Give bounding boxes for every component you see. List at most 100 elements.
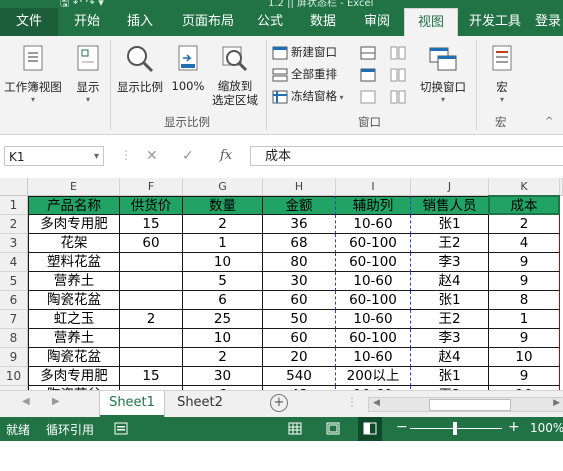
column-header-h[interactable]: H: [263, 178, 336, 196]
table-header-cell[interactable]: 金额: [263, 196, 336, 215]
table-header-cell[interactable]: 供货价: [120, 196, 183, 215]
table-cell[interactable]: 60: [263, 329, 336, 348]
table-cell[interactable]: 15: [120, 215, 183, 234]
tab-developer[interactable]: 开发工具: [464, 8, 526, 36]
show-button[interactable]: 显示 ▾: [70, 44, 106, 104]
table-cell[interactable]: 1: [183, 234, 263, 253]
table-cell[interactable]: 陶瓷花盆: [28, 291, 120, 310]
table-cell[interactable]: 60-100: [336, 234, 411, 253]
column-header-e[interactable]: E: [28, 178, 120, 196]
switch-windows-button[interactable]: 切换窗口 ▾: [414, 44, 472, 104]
column-header-i[interactable]: I: [336, 178, 411, 196]
table-cell[interactable]: 4: [489, 234, 560, 253]
sync-scroll-icon[interactable]: [390, 68, 406, 82]
scroll-left-icon[interactable]: ◀: [373, 398, 380, 408]
table-cell[interactable]: [120, 291, 183, 310]
table-cell[interactable]: [120, 348, 183, 367]
tab-page-layout[interactable]: 页面布局: [170, 8, 246, 36]
table-cell[interactable]: 9: [489, 272, 560, 291]
horizontal-scroll-thumb[interactable]: [429, 399, 511, 411]
table-cell[interactable]: 60-100: [336, 329, 411, 348]
table-cell[interactable]: 张1: [411, 215, 489, 234]
table-header-cell[interactable]: 数量: [183, 196, 263, 215]
table-cell[interactable]: 营养土: [28, 272, 120, 291]
table-cell[interactable]: 虹之玉: [28, 310, 120, 329]
table-cell[interactable]: 15: [120, 367, 183, 386]
zoom-in-icon[interactable]: +: [508, 419, 520, 435]
reset-window-position-icon[interactable]: [390, 90, 406, 104]
zoom-slider-thumb[interactable]: [453, 422, 457, 435]
horizontal-scrollbar[interactable]: ◀ ▶: [368, 397, 563, 412]
tab-view[interactable]: 视图: [404, 8, 458, 37]
tab-split-handle[interactable]: ⋮: [346, 395, 358, 409]
table-cell[interactable]: 10-60: [336, 310, 411, 329]
table-cell[interactable]: 68: [263, 234, 336, 253]
table-cell[interactable]: [120, 253, 183, 272]
table-cell[interactable]: 60-100: [336, 291, 411, 310]
table-cell[interactable]: 2: [183, 348, 263, 367]
table-cell[interactable]: 花架: [28, 234, 120, 253]
table-cell[interactable]: 9: [489, 253, 560, 272]
sheet-tab-sheet2[interactable]: Sheet2: [168, 391, 232, 415]
formula-input[interactable]: 成本: [250, 146, 563, 166]
table-cell[interactable]: 30: [183, 367, 263, 386]
table-cell[interactable]: 8: [489, 291, 560, 310]
column-header-j[interactable]: J: [411, 178, 489, 196]
table-cell[interactable]: 10-60: [336, 348, 411, 367]
table-header-cell[interactable]: 产品名称: [28, 196, 120, 215]
column-header-g[interactable]: G: [183, 178, 263, 196]
table-cell[interactable]: 60-100: [336, 253, 411, 272]
page-layout-view-icon[interactable]: [326, 422, 340, 435]
tab-home[interactable]: 开始: [62, 8, 112, 36]
table-cell[interactable]: 200以上: [336, 367, 411, 386]
table-cell[interactable]: 36: [263, 215, 336, 234]
table-cell[interactable]: 李3: [411, 329, 489, 348]
column-header-k[interactable]: K: [489, 178, 560, 196]
table-cell[interactable]: [120, 272, 183, 291]
zoom-100-button[interactable]: 100%: [170, 44, 206, 93]
quick-access-toolbar[interactable]: 🖫 ↶ ↷ ▾: [60, 0, 104, 8]
unhide-icon[interactable]: [360, 90, 376, 104]
tab-insert[interactable]: 插入: [115, 8, 165, 36]
row-header[interactable]: 9: [0, 348, 28, 367]
insert-function-icon[interactable]: fx: [220, 146, 232, 166]
tab-formulas[interactable]: 公式: [248, 8, 292, 36]
sheet-tab-sheet1[interactable]: Sheet1: [100, 391, 164, 417]
table-cell[interactable]: 李3: [411, 253, 489, 272]
table-cell[interactable]: 50: [263, 310, 336, 329]
freeze-panes-button[interactable]: 冻结窗格 ▾: [272, 86, 344, 106]
normal-view-icon[interactable]: [288, 422, 302, 435]
table-cell[interactable]: 10: [183, 329, 263, 348]
column-header-f[interactable]: F: [120, 178, 183, 196]
table-cell[interactable]: 9: [489, 329, 560, 348]
row-header[interactable]: 5: [0, 272, 28, 291]
table-cell[interactable]: 赵4: [411, 272, 489, 291]
new-window-button[interactable]: 新建窗口: [272, 42, 337, 62]
workbook-views-button[interactable]: 工作簿视图 ▾: [2, 44, 64, 104]
table-header-cell[interactable]: 销售人员: [411, 196, 489, 215]
split-icon[interactable]: [360, 46, 376, 60]
table-cell[interactable]: 2: [120, 310, 183, 329]
row-header[interactable]: 8: [0, 329, 28, 348]
table-cell[interactable]: 张1: [411, 291, 489, 310]
table-cell[interactable]: 营养土: [28, 329, 120, 348]
row-header[interactable]: 4: [0, 253, 28, 272]
page-break-view-button[interactable]: [358, 417, 382, 441]
view-side-by-side-icon[interactable]: [390, 46, 406, 60]
table-cell[interactable]: 陶瓷花盆: [28, 348, 120, 367]
table-cell[interactable]: 2: [489, 215, 560, 234]
table-cell[interactable]: 多肉专用肥: [28, 367, 120, 386]
status-circular-reference[interactable]: 循环引用: [46, 421, 94, 438]
macros-button[interactable]: 宏 ▾: [482, 44, 522, 104]
table-header-cell[interactable]: 辅助列: [336, 196, 411, 215]
row-header[interactable]: 2: [0, 215, 28, 234]
table-cell[interactable]: 20: [263, 348, 336, 367]
row-header[interactable]: 3: [0, 234, 28, 253]
zoom-button[interactable]: 显示比例: [112, 44, 168, 95]
table-cell[interactable]: 5: [183, 272, 263, 291]
row-header[interactable]: 1: [0, 196, 28, 215]
table-cell[interactable]: 10: [489, 348, 560, 367]
add-sheet-icon[interactable]: +: [270, 394, 288, 412]
table-cell[interactable]: 10: [183, 253, 263, 272]
zoom-to-selection-button[interactable]: 缩放到 选定区域: [208, 44, 262, 107]
